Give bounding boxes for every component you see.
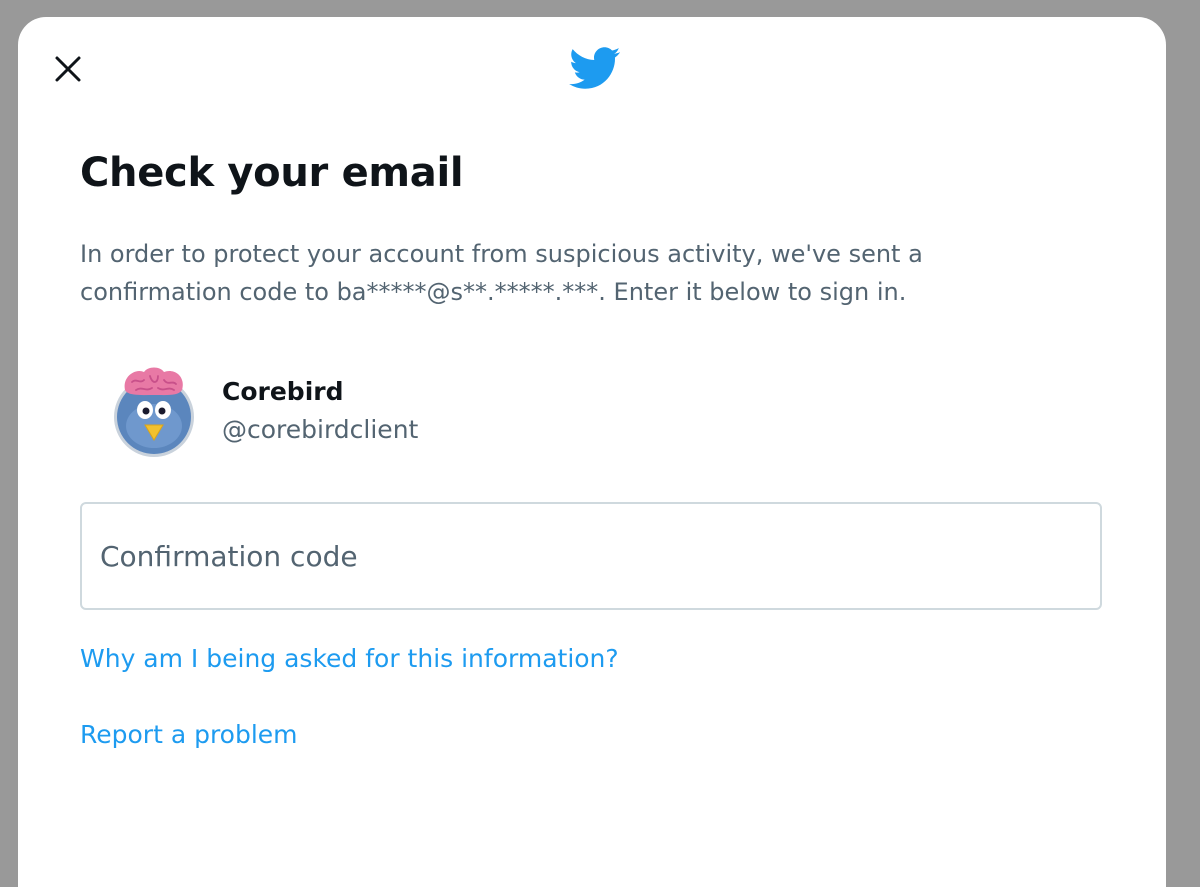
page-title: Check your email xyxy=(80,150,464,196)
report-problem-link[interactable]: Report a problem xyxy=(80,720,298,749)
account-text: Corebird @corebirdclient xyxy=(222,373,418,449)
account-info: Corebird @corebirdclient xyxy=(112,362,418,458)
close-button[interactable] xyxy=(50,51,86,87)
confirmation-code-field[interactable] xyxy=(80,502,1102,610)
account-handle: @corebirdclient xyxy=(222,415,419,444)
check-email-dialog: Check your email In order to protect you… xyxy=(18,17,1166,887)
close-icon xyxy=(55,56,81,82)
corebird-avatar xyxy=(114,367,194,457)
confirmation-code-input[interactable] xyxy=(98,538,1100,574)
dialog-description: In order to protect your account from su… xyxy=(80,240,923,306)
why-asked-link[interactable]: Why am I being asked for this informatio… xyxy=(80,644,619,673)
account-name: Corebird xyxy=(222,377,344,406)
twitter-bird-icon xyxy=(569,47,621,89)
